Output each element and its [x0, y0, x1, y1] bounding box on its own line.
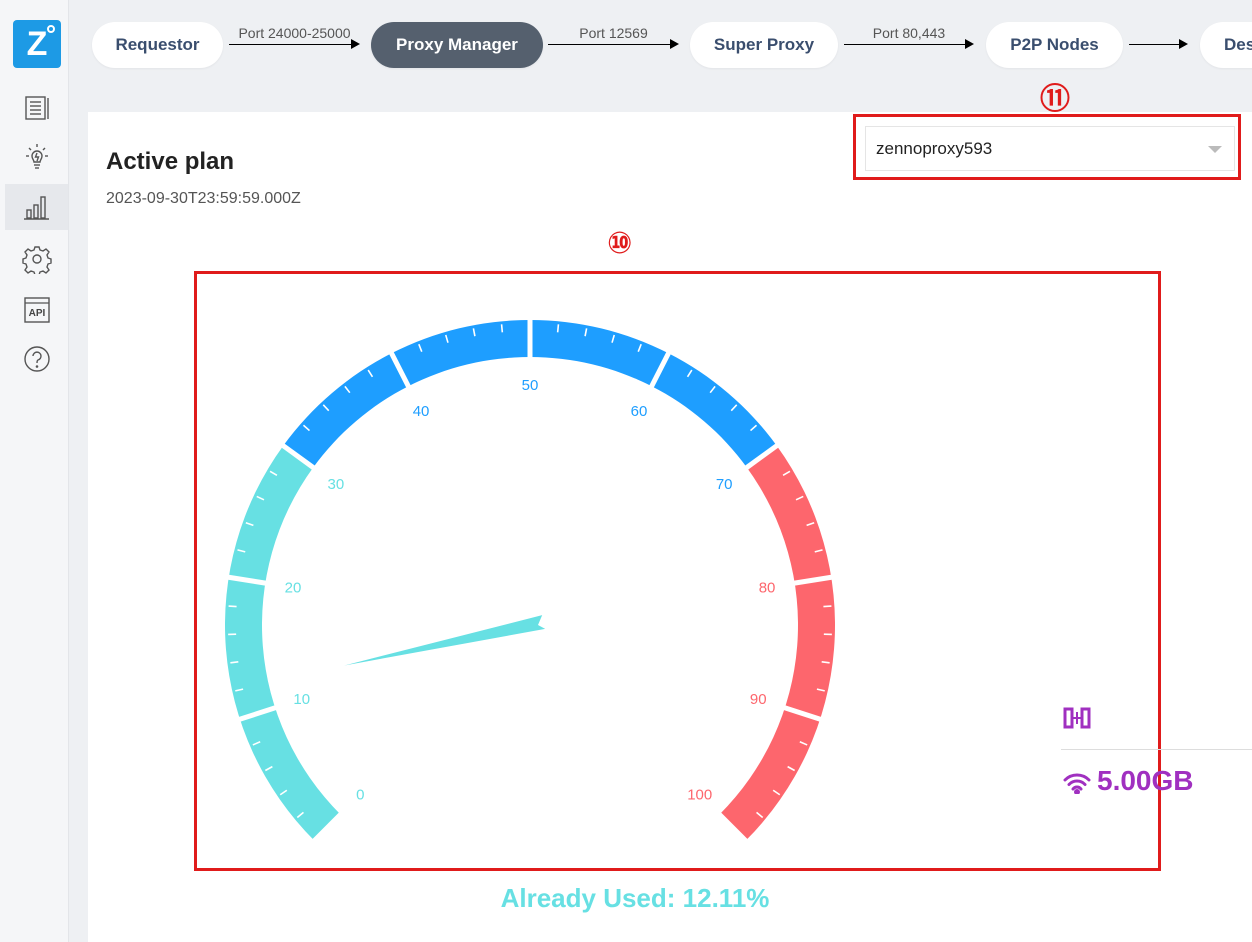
- chevron-down-icon: [1208, 146, 1222, 153]
- highlight-box-select: zennoproxy593: [853, 114, 1241, 180]
- gauge-tick-label: 30: [327, 476, 344, 493]
- gauge-tick-label: 80: [759, 579, 776, 596]
- sidebar: Z API: [0, 0, 69, 942]
- plan-expiry: 2023-09-30T23:59:59.000Z: [106, 190, 301, 207]
- logo-dot: [47, 25, 55, 33]
- nav-list[interactable]: [5, 85, 68, 131]
- arrow-icon: [1179, 39, 1188, 49]
- connector-line: [1129, 44, 1180, 45]
- nav-statistics[interactable]: [5, 184, 68, 230]
- nav-api[interactable]: API: [5, 287, 68, 333]
- node-requestor[interactable]: Requestor: [92, 22, 223, 68]
- highlight-box-gauge: 0 10 20 30 40 50 60 70 80 90 100 Already Used: 12.…: [194, 271, 1252, 913]
- api-icon: API: [23, 297, 50, 323]
- gauge-tick-label: 100: [687, 787, 712, 804]
- help-icon: [23, 346, 50, 372]
- node-super-proxy[interactable]: Super Proxy: [690, 22, 838, 68]
- usage-label: Already Used: 12.11%: [500, 883, 770, 913]
- node-p2p-nodes[interactable]: P2P Nodes: [986, 22, 1123, 68]
- gauge-minor-tick: [228, 605, 237, 608]
- traffic-stats-bottom: 5.00GB: [1061, 750, 1252, 800]
- connector-label: Port 24000-25000: [238, 25, 351, 41]
- gauge-tick-label: 0: [356, 787, 364, 804]
- api-icon-label: API: [28, 308, 45, 319]
- gauge-needle: [344, 615, 546, 666]
- gear-icon: [21, 246, 52, 274]
- active-plan-card: Active plan 2023-09-30T23:59:59.000Z ⑪ z…: [88, 82, 1252, 942]
- node-proxy-manager[interactable]: Proxy Manager: [371, 22, 543, 68]
- lightbulb-icon: [25, 144, 48, 169]
- nav-insights[interactable]: [5, 134, 68, 180]
- gauge-minor-tick: [230, 661, 239, 664]
- logo-letter: Z: [26, 25, 48, 63]
- connector-line: [844, 44, 966, 45]
- gauge-tick-label: 60: [631, 403, 648, 420]
- gauge-minor-tick: [556, 324, 560, 333]
- connector-label: Port 12569: [579, 25, 648, 41]
- gauge-minor-tick: [821, 661, 830, 664]
- traffic-icon: [1063, 707, 1091, 729]
- gauge-minor-tick: [500, 324, 504, 333]
- plan-select-value: zennoproxy593: [876, 139, 993, 158]
- connector-4: [1129, 25, 1188, 55]
- gauge-tick-label: 20: [285, 579, 302, 596]
- connector-2: Port 12569: [548, 25, 679, 55]
- gauge-minor-tick: [823, 605, 832, 608]
- bar-chart-icon: [23, 196, 49, 220]
- connector-label: Port 80,443: [872, 25, 946, 41]
- arrow-icon: [670, 39, 679, 49]
- connector-1: Port 24000-25000: [229, 25, 360, 55]
- connector-line: [548, 44, 671, 45]
- annotation-marker-10: ⑩: [607, 226, 633, 261]
- node-destination[interactable]: Des: [1200, 22, 1252, 68]
- annotation-marker-11: ⑪: [1040, 82, 1070, 117]
- gauge-tick-label: 40: [413, 403, 430, 420]
- wifi-icon: [1063, 773, 1091, 794]
- app-logo[interactable]: Z: [13, 20, 61, 68]
- traffic-stats-top: [1061, 700, 1252, 750]
- proxy-pipeline: Requestor Port 24000-25000 Proxy Manager…: [68, 0, 1252, 90]
- gauge-tick-label: 50: [522, 377, 539, 394]
- traffic-total: 5.00GB: [1097, 765, 1194, 796]
- usage-gauge: 0 10 20 30 40 50 60 70 80 90 100: [224, 319, 835, 844]
- connector-3: Port 80,443: [844, 25, 974, 55]
- list-icon: [24, 96, 49, 120]
- arrow-icon: [965, 39, 974, 49]
- page-title: Active plan: [106, 148, 235, 175]
- traffic-stats: 5.00GB: [1061, 700, 1252, 800]
- nav-settings[interactable]: [5, 236, 68, 282]
- connector-line: [229, 44, 352, 45]
- gauge-band-3: [719, 445, 835, 841]
- gauge-tick-label: 10: [293, 691, 310, 708]
- nav-help[interactable]: [5, 336, 68, 382]
- arrow-icon: [351, 39, 360, 49]
- plan-select[interactable]: zennoproxy593: [865, 126, 1235, 171]
- gauge-band-1: [224, 445, 341, 841]
- gauge-tick-label: 70: [716, 476, 733, 493]
- gauge-tick-label: 90: [750, 691, 767, 708]
